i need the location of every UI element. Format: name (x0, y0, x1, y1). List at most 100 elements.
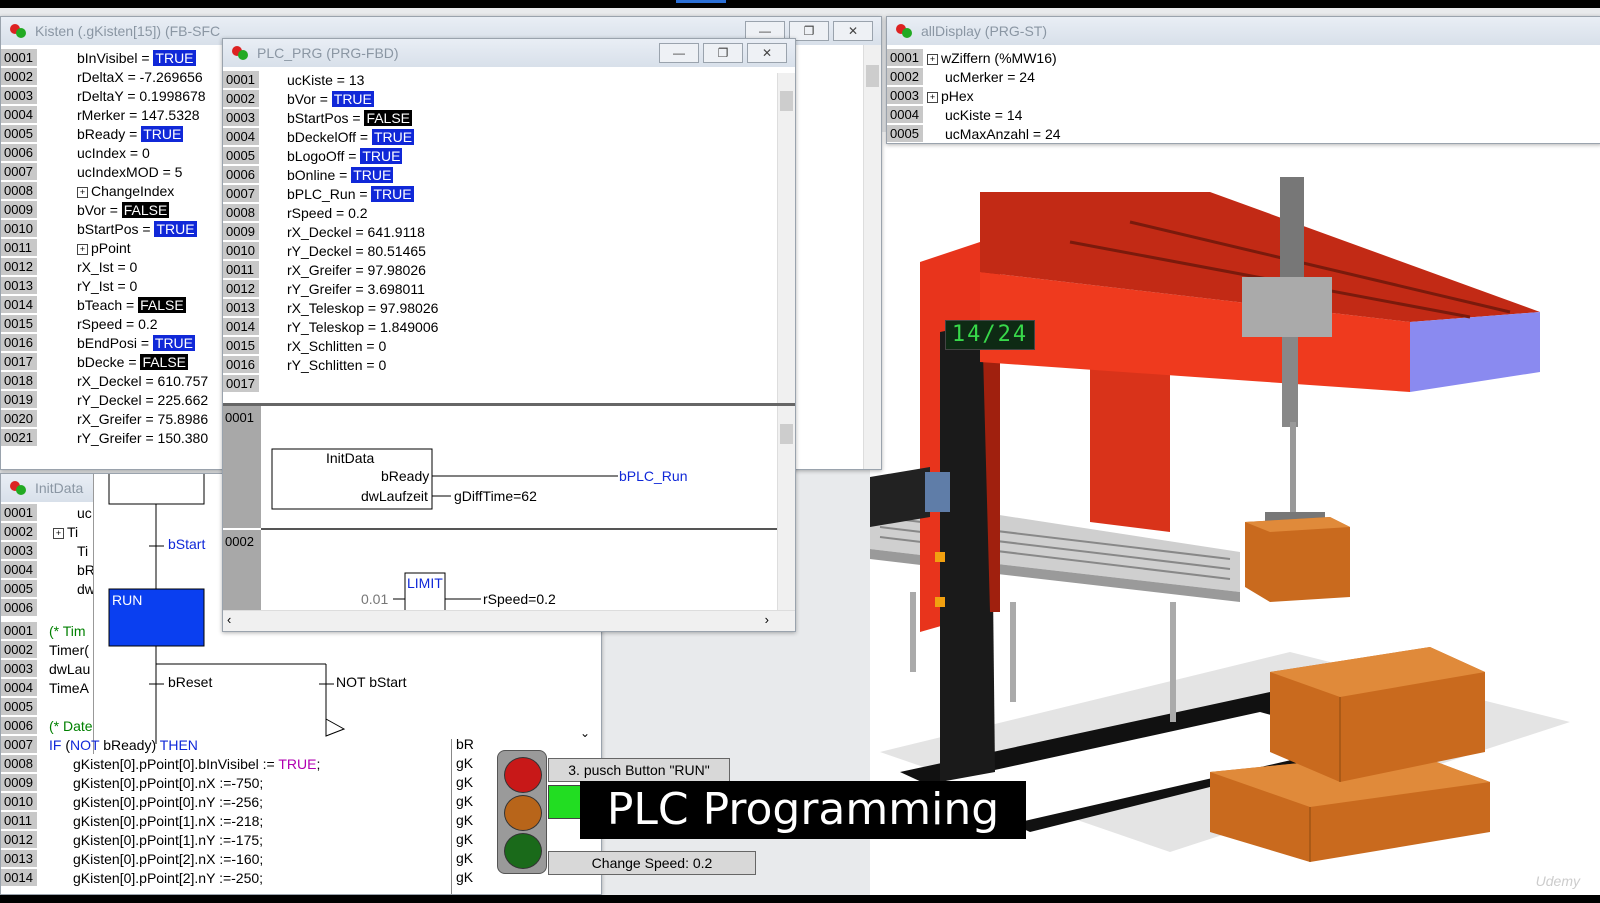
declaration-row[interactable]: 0005 dw (1, 580, 95, 599)
declaration-row[interactable]: 0003 Ti (1, 542, 93, 561)
scroll-thumb[interactable] (780, 91, 793, 111)
variable-row[interactable]: 0017 (223, 375, 773, 394)
plcprg-var-scrollbar[interactable] (777, 73, 795, 403)
declaration-row[interactable]: 0002 + Ti (1, 523, 93, 542)
expand-plus-icon[interactable]: + (77, 187, 88, 198)
variable-row[interactable]: 0008 rSpeed = 0.2 (223, 204, 773, 223)
variable-row[interactable]: 0009 rX_Deckel = 641.9118 (223, 223, 773, 242)
close-button[interactable]: ✕ (833, 21, 873, 41)
variable-value[interactable]: FALSE (364, 110, 413, 126)
variable-row[interactable]: 0004 ucKiste = 14 (887, 106, 1600, 125)
variable-row[interactable]: 0011 rX_Greifer = 97.98026 (223, 261, 773, 280)
code-row[interactable]: 0012 gKisten[0].pPoint[1].nY :=-175; (1, 831, 451, 850)
change-speed-button[interactable]: Change Speed: 0.2 (548, 851, 756, 875)
code-row[interactable]: 0013 gKisten[0].pPoint[2].nX :=-160; (1, 850, 451, 869)
fb-output-plc-run[interactable]: bPLC_Run (619, 468, 688, 484)
expand-plus-icon[interactable]: + (77, 244, 88, 255)
variable-value[interactable]: TRUE (154, 221, 197, 237)
code-row[interactable]: 0004 TimeA (1, 679, 93, 698)
code-row[interactable]: 0005 (1, 698, 93, 717)
variable-value[interactable]: TRUE (153, 50, 196, 66)
variable-value[interactable]: FALSE (138, 297, 186, 313)
declaration-text: uc (77, 504, 92, 523)
variable-value[interactable]: TRUE (371, 129, 415, 145)
variable-value[interactable]: TRUE (351, 167, 394, 183)
sfc-transition-start[interactable]: bStart (168, 536, 205, 552)
variable-name: bReady = (77, 126, 142, 142)
variable-row[interactable]: 0002 bVor = TRUE (223, 90, 773, 109)
line-number: 0021 (1, 429, 37, 447)
sfc-transition-not-start[interactable]: NOT bStart (336, 674, 407, 690)
sfc-transition-reset[interactable]: bReset (168, 674, 212, 690)
variable-row[interactable]: 0005 ucMaxAnzahl = 24 (887, 125, 1600, 143)
variable-row[interactable]: 0005 bLogoOff = TRUE (223, 147, 773, 166)
maximize-button[interactable]: ❐ (703, 43, 743, 63)
fb-output-speed[interactable]: rSpeed=0.2 (483, 591, 556, 607)
code-row[interactable]: 0001 (* Tim (1, 622, 93, 641)
code-row[interactable]: 0010 gKisten[0].pPoint[0].nY :=-256; (1, 793, 451, 812)
code-row[interactable]: 0006 (* Date (1, 717, 93, 736)
code-row[interactable]: 0003 dwLau (1, 660, 93, 679)
variable-row[interactable]: 0016 rY_Schlitten = 0 (223, 356, 773, 375)
scroll-thumb[interactable] (866, 65, 879, 87)
minimize-button[interactable]: — (659, 43, 699, 63)
variable-row[interactable]: 0004 bDeckelOff = TRUE (223, 128, 773, 147)
variable-row[interactable]: 0013 rX_Teleskop = 97.98026 (223, 299, 773, 318)
fbd-scrollbar[interactable] (777, 406, 795, 611)
variable-row[interactable]: 0006 bOnline = TRUE (223, 166, 773, 185)
fb-initdata-block[interactable]: InitData (326, 450, 374, 466)
variable-name: rY_Deckel = 80.51465 (287, 243, 426, 259)
expand-plus-icon[interactable]: + (53, 528, 64, 539)
variable-row[interactable]: 0003 + pHex (887, 87, 1600, 106)
declaration-row[interactable]: 0006 (1, 599, 93, 618)
variable-row[interactable]: 0001 + wZiffern (%MW16) (887, 49, 1600, 68)
variable-name: ucMaxAnzahl = 24 (945, 126, 1061, 142)
chevron-right-icon[interactable]: › (765, 612, 769, 627)
variable-value[interactable]: FALSE (140, 354, 189, 370)
chevron-down-icon[interactable]: ⌄ (580, 726, 590, 740)
expand-plus-icon[interactable]: + (927, 92, 938, 103)
variable-row[interactable]: 0012 rY_Greifer = 3.698011 (223, 280, 773, 299)
code-row[interactable]: 0008 gKisten[0].pPoint[0].bInVisibel := T… (1, 755, 451, 774)
variable-value[interactable]: TRUE (331, 91, 374, 107)
close-button[interactable]: ✕ (747, 43, 787, 63)
variable-row[interactable]: 0014 rY_Teleskop = 1.849006 (223, 318, 773, 337)
variable-value[interactable]: TRUE (152, 335, 196, 351)
code-row[interactable]: 0007 IF (NOT bReady) THEN (1, 736, 451, 755)
variable-text: + pPoint (77, 239, 131, 258)
kisten-scrollbar[interactable] (863, 45, 881, 469)
expand-plus-icon[interactable]: + (927, 54, 938, 65)
alldisplay-window[interactable]: allDisplay (PRG-ST) 0001 + wZiffern (%MW16… (886, 16, 1600, 144)
sfc-step-run[interactable]: RUN (112, 592, 142, 608)
variable-row[interactable]: 0010 rY_Deckel = 80.51465 (223, 242, 773, 261)
plcprg-titlebar[interactable]: PLC_PRG (PRG-FBD) — ❐ ✕ (223, 39, 795, 67)
variable-value[interactable]: FALSE (121, 202, 170, 218)
declaration-row[interactable]: 0001 uc (1, 504, 93, 523)
red-lamp-icon (504, 757, 542, 793)
plcprg-window[interactable]: PLC_PRG (PRG-FBD) — ❐ ✕ 0001 ucKiste = 13… (222, 38, 796, 632)
line-number: 0001 (887, 49, 923, 67)
code-row[interactable]: 0014 gKisten[0].pPoint[2].nY :=-250; (1, 869, 451, 888)
variable-name: bStartPos = (287, 110, 365, 126)
instruction-label: 3. pusch Button "RUN" (548, 758, 730, 782)
fb-output-difftime[interactable]: gDiffTime=62 (454, 488, 537, 504)
scroll-thumb[interactable] (780, 424, 793, 444)
variable-row[interactable]: 0001 ucKiste = 13 (223, 71, 773, 90)
variable-value[interactable]: TRUE (360, 148, 403, 164)
line-number: 0003 (1, 542, 37, 560)
code-row[interactable]: 0009 gKisten[0].pPoint[0].nX :=-750; (1, 774, 451, 793)
code-row[interactable]: 0002 Timer( (1, 641, 93, 660)
chevron-left-icon[interactable]: ‹ (227, 612, 231, 627)
variable-row[interactable]: 0002 ucMerker = 24 (887, 68, 1600, 87)
variable-row[interactable]: 0015 rX_Schlitten = 0 (223, 337, 773, 356)
fb-limit-block[interactable]: LIMIT (407, 575, 443, 591)
variable-row[interactable]: 0003 bStartPos = FALSE (223, 109, 773, 128)
variable-value[interactable]: TRUE (141, 126, 184, 142)
code-row[interactable]: 0011 gKisten[0].pPoint[1].nX :=-218; (1, 812, 451, 831)
declaration-row[interactable]: 0004 bR (1, 561, 95, 580)
line-number: 0006 (223, 166, 259, 184)
variable-value[interactable]: TRUE (371, 186, 414, 202)
variable-row[interactable]: 0007 bPLC_Run = TRUE (223, 185, 773, 204)
alldisplay-titlebar[interactable]: allDisplay (PRG-ST) (887, 17, 1600, 45)
fbd-horizontal-scrollbar[interactable]: ‹ › (223, 610, 795, 631)
